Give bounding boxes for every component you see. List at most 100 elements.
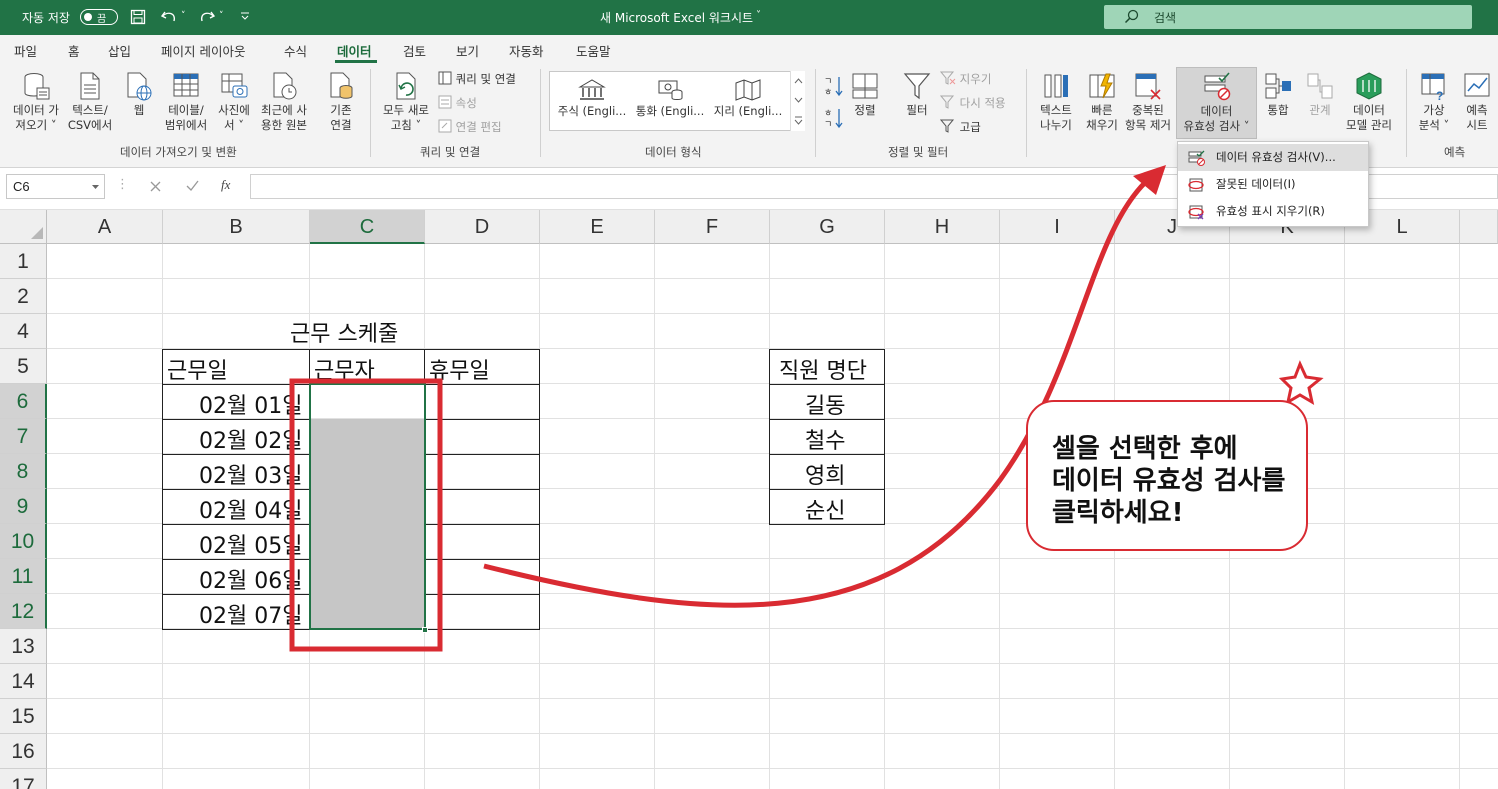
search-box[interactable]: 검색: [1104, 5, 1472, 29]
sort-ascending-icon[interactable]: ㄱㅎ: [824, 75, 844, 97]
existing-connections-button[interactable]: 기존 연결: [320, 71, 362, 133]
tab-insert[interactable]: 삽입: [108, 41, 131, 60]
column-header-g[interactable]: G: [770, 210, 885, 244]
stocks-datatype-button[interactable]: 주식 (Engli...: [554, 78, 630, 119]
gallery-down-icon[interactable]: [794, 95, 803, 104]
cell-d12[interactable]: [424, 594, 540, 630]
consolidate-button[interactable]: 통합: [1260, 71, 1296, 118]
cell-g8[interactable]: 영희: [769, 454, 885, 490]
forecast-sheet-button[interactable]: 예측 시트: [1458, 71, 1496, 133]
tab-file[interactable]: 파일: [14, 41, 37, 60]
cell-b9[interactable]: 02월 04일: [162, 489, 310, 525]
row-header-1[interactable]: 1: [0, 244, 47, 279]
from-web-button[interactable]: 웹: [122, 71, 156, 118]
cell-g7[interactable]: 철수: [769, 419, 885, 455]
advanced-filter-button[interactable]: 고급: [939, 119, 981, 135]
cell-d9[interactable]: [424, 489, 540, 525]
reapply-button[interactable]: 다시 적용: [939, 95, 1006, 111]
row-header-7[interactable]: 7: [0, 419, 47, 454]
name-box[interactable]: C6: [6, 174, 105, 199]
insert-function-icon[interactable]: fx: [221, 177, 230, 193]
relationships-button[interactable]: 관계: [1302, 71, 1338, 118]
row-header-6[interactable]: 6: [0, 384, 47, 419]
cell-d10[interactable]: [424, 524, 540, 560]
menu-item-data-validation[interactable]: 데이터 유효성 검사(V)...: [1178, 144, 1368, 171]
get-data-button[interactable]: 데이터 가 져오기 ˅: [6, 71, 66, 133]
save-icon[interactable]: [130, 9, 146, 25]
row-header-10[interactable]: 10: [0, 524, 47, 559]
column-header-c[interactable]: C: [310, 210, 425, 244]
redo-dropdown-icon[interactable]: ˅: [219, 11, 224, 21]
row-header-5[interactable]: 5: [0, 349, 47, 384]
selected-range-c6-c12[interactable]: [309, 383, 426, 630]
filter-button[interactable]: 필터: [900, 71, 934, 118]
row-header-4[interactable]: 4: [0, 314, 47, 349]
row-header-8[interactable]: 8: [0, 454, 47, 489]
recent-sources-button[interactable]: 최근에 사 용한 원본: [256, 71, 312, 133]
cell-d6[interactable]: [424, 384, 540, 420]
customize-qat-icon[interactable]: [240, 11, 250, 21]
row-header-13[interactable]: 13: [0, 629, 47, 664]
confirm-entry-icon[interactable]: [186, 180, 199, 192]
properties-button[interactable]: 속성: [438, 95, 477, 111]
cell-b11[interactable]: 02월 06일: [162, 559, 310, 595]
row-header-14[interactable]: 14: [0, 664, 47, 699]
autosave-toggle[interactable]: 끔: [80, 9, 118, 25]
from-table-range-button[interactable]: 테이블/ 범위에서: [162, 71, 210, 133]
cell-d5[interactable]: 휴무일: [424, 349, 540, 385]
cell-d11[interactable]: [424, 559, 540, 595]
title-chevron-down-icon[interactable]: ˅: [756, 10, 761, 21]
tab-page-layout[interactable]: 페이지 레이아웃: [161, 41, 245, 60]
from-picture-button[interactable]: 사진에 서 ˅: [212, 71, 256, 133]
column-header-i[interactable]: I: [1000, 210, 1115, 244]
cell-b8[interactable]: 02월 03일: [162, 454, 310, 490]
undo-dropdown-icon[interactable]: ˅: [181, 11, 186, 21]
fill-handle[interactable]: [422, 627, 428, 633]
from-text-csv-button[interactable]: 텍스트/ CSV에서: [64, 71, 116, 133]
column-header-m[interactable]: [1460, 210, 1498, 244]
name-box-dropdown-icon[interactable]: [91, 183, 100, 191]
sort-descending-icon[interactable]: ㅎㄱ: [824, 107, 844, 129]
redo-icon[interactable]: [198, 9, 216, 25]
cell-b12[interactable]: 02월 07일: [162, 594, 310, 630]
geography-datatype-button[interactable]: 지리 (Engli...: [710, 78, 786, 119]
column-header-f[interactable]: F: [655, 210, 770, 244]
cell-b7[interactable]: 02월 02일: [162, 419, 310, 455]
sort-button[interactable]: 정렬: [848, 71, 882, 118]
remove-duplicates-button[interactable]: 중복된 항목 제거: [1118, 71, 1178, 133]
tab-automate[interactable]: 자동화: [509, 41, 544, 60]
queries-connections-button[interactable]: 쿼리 및 연결: [438, 71, 516, 87]
row-header-17[interactable]: 17: [0, 769, 47, 789]
cell-b5[interactable]: 근무일: [162, 349, 310, 385]
what-if-analysis-button[interactable]: ? 가상 분석 ˅: [1412, 71, 1456, 133]
cell-d7[interactable]: [424, 419, 540, 455]
row-header-11[interactable]: 11: [0, 559, 47, 594]
tab-view[interactable]: 보기: [456, 41, 479, 60]
column-header-d[interactable]: D: [425, 210, 540, 244]
cell-g5[interactable]: 직원 명단: [769, 349, 885, 385]
text-to-columns-button[interactable]: 텍스트 나누기: [1034, 71, 1078, 133]
tab-help[interactable]: 도움말: [576, 41, 611, 60]
edit-links-button[interactable]: 연결 편집: [438, 119, 502, 135]
cell-g6[interactable]: 길동: [769, 384, 885, 420]
select-all-corner[interactable]: [0, 210, 47, 244]
tab-review[interactable]: 검토: [403, 41, 426, 60]
currency-datatype-button[interactable]: 통화 (Engli...: [632, 78, 708, 119]
row-header-2[interactable]: 2: [0, 279, 47, 314]
column-header-h[interactable]: H: [885, 210, 1000, 244]
undo-icon[interactable]: [160, 9, 178, 25]
column-header-a[interactable]: A: [47, 210, 163, 244]
row-header-15[interactable]: 15: [0, 699, 47, 734]
clear-filter-button[interactable]: 지우기: [939, 71, 991, 87]
cell-g9[interactable]: 순신: [769, 489, 885, 525]
row-header-12[interactable]: 12: [0, 594, 47, 629]
column-header-e[interactable]: E: [540, 210, 655, 244]
cell-b6[interactable]: 02월 01일: [162, 384, 310, 420]
tab-data[interactable]: 데이터: [337, 41, 372, 60]
gallery-up-icon[interactable]: [794, 76, 803, 85]
gallery-scroll[interactable]: [790, 71, 805, 131]
cancel-entry-icon[interactable]: [150, 181, 161, 192]
cell-c5[interactable]: 근무자: [309, 349, 425, 385]
row-header-16[interactable]: 16: [0, 734, 47, 769]
tab-formulas[interactable]: 수식: [284, 41, 307, 60]
